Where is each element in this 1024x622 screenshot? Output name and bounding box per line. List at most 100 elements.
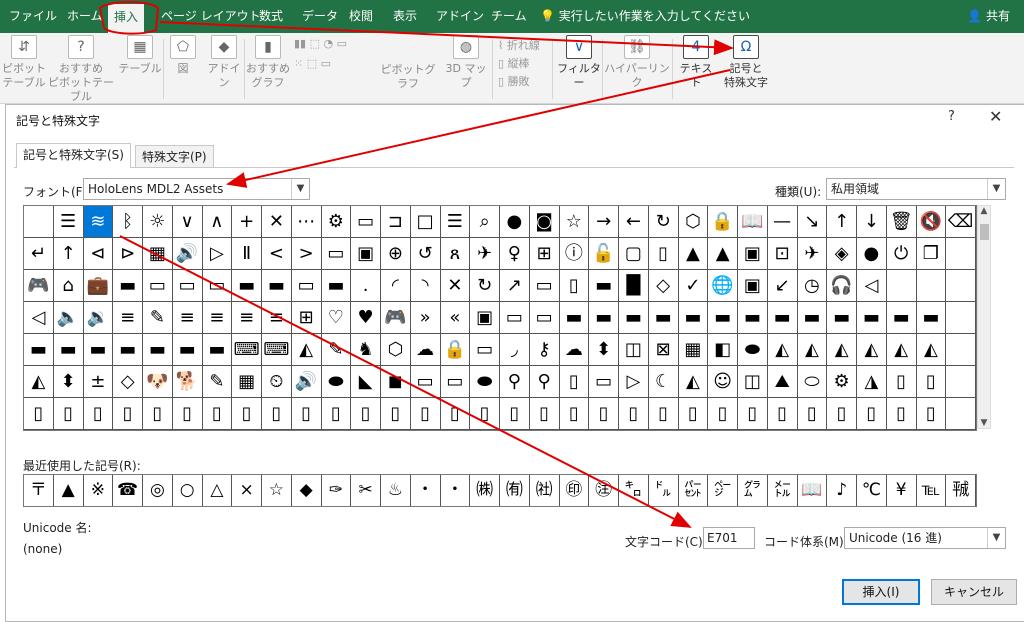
symbol-cell[interactable]: ◼	[381, 366, 411, 398]
tell-me-box[interactable]: 💡 実行したい作業を入力してください	[540, 0, 750, 33]
symbol-cell[interactable]: ⚙	[321, 206, 352, 238]
symbol-cell[interactable]: ♞	[351, 334, 381, 366]
symbol-cell[interactable]	[946, 334, 976, 366]
symbol-cell[interactable]: ◭	[916, 334, 947, 366]
recent-symbol-cell[interactable]: ㍻	[946, 475, 976, 506]
symbol-cell[interactable]: ▣	[738, 270, 768, 302]
symbol-cell[interactable]: ▬	[708, 302, 738, 334]
recommended-pivot-button[interactable]: ? おすすめ ピボットテーブル	[46, 35, 116, 103]
symbol-cell[interactable]: ⊠	[648, 334, 679, 366]
recent-symbol-cell[interactable]: ・	[411, 475, 441, 506]
symbol-cell[interactable]: ≡	[232, 302, 262, 334]
symbol-cell[interactable]: ↙	[767, 270, 798, 302]
symbol-cell[interactable]: ▭	[202, 270, 233, 302]
recent-symbol-cell[interactable]: ☎	[113, 475, 143, 506]
symbol-cell[interactable]: ▭	[351, 206, 381, 238]
symbol-cell[interactable]: ↑	[53, 238, 84, 270]
symbol-cell[interactable]: ⚷	[529, 334, 560, 366]
symbol-cell[interactable]: 🌐	[708, 270, 738, 302]
symbol-cell[interactable]: ▯	[410, 398, 441, 430]
symbol-cell[interactable]: ∨	[172, 206, 203, 238]
symbol-cell[interactable]: ▯	[529, 398, 560, 430]
symbol-cell[interactable]: ▯	[500, 398, 530, 430]
symbol-cell[interactable]: ↵	[24, 238, 54, 270]
symbol-cell[interactable]: 🔇	[916, 206, 947, 238]
symbol-cell[interactable]: +	[232, 206, 262, 238]
symbol-cell[interactable]: ✈	[470, 238, 500, 270]
symbol-cell[interactable]: ⚲	[529, 366, 560, 398]
symbol-cell[interactable]: ⋯	[291, 206, 322, 238]
cancel-button[interactable]: キャンセル	[931, 579, 1017, 605]
share-button[interactable]: 👤 共有	[967, 0, 1010, 33]
recent-symbol-cell[interactable]: ¥	[887, 475, 917, 506]
symbol-cell[interactable]: ▯	[53, 398, 84, 430]
recent-symbol-cell[interactable]: ㊞	[560, 475, 590, 506]
recent-symbol-cell[interactable]: ・	[441, 475, 471, 506]
symbol-cell[interactable]: ⬍	[53, 366, 84, 398]
symbol-cell[interactable]: ☁	[559, 334, 590, 366]
symbol-cell[interactable]: »	[410, 302, 441, 334]
symbol-cell[interactable]: ↓	[857, 206, 887, 238]
symbol-cell[interactable]: ⊡	[767, 238, 798, 270]
symbol-cell[interactable]: ⌕	[470, 206, 500, 238]
symbol-cell[interactable]: ▣	[351, 238, 381, 270]
symbol-cell[interactable]: ▯	[172, 398, 203, 430]
symbol-cell[interactable]: ▲	[708, 238, 738, 270]
symbol-cell[interactable]: 🔓	[589, 238, 619, 270]
symbol-cell[interactable]: ▯	[440, 398, 471, 430]
symbol-cell[interactable]: 🗑	[886, 206, 917, 238]
symbol-cell[interactable]: ▬	[797, 302, 828, 334]
recent-symbol-cell[interactable]: ※	[84, 475, 114, 506]
symbol-cell[interactable]: ▬	[827, 302, 857, 334]
symbol-cell[interactable]: ◇	[648, 270, 679, 302]
symbol-cell[interactable]: ✈	[797, 238, 828, 270]
symbol-cell[interactable]: ▭	[470, 334, 500, 366]
symbol-cell[interactable]: ▷	[619, 366, 649, 398]
recent-symbol-cell[interactable]: ㍍	[768, 475, 798, 506]
symbol-cell[interactable]: ☰	[53, 206, 84, 238]
symbol-cell[interactable]: ⚙	[827, 366, 857, 398]
symbol-cell[interactable]: ✎	[321, 334, 352, 366]
symbol-cell[interactable]: ☁	[410, 334, 441, 366]
tab-addins[interactable]: アドイン	[436, 0, 484, 33]
symbol-cell[interactable]: ▬	[559, 302, 590, 334]
symbol-cell[interactable]: ▬	[202, 334, 233, 366]
symbol-cell[interactable]: ▭	[410, 366, 441, 398]
symbol-cell[interactable]: ▯	[797, 398, 828, 430]
map-3d-button[interactable]: ◍ 3D マッ プ	[442, 35, 490, 90]
symbol-cell[interactable]: →	[589, 206, 619, 238]
symbol-cell[interactable]: ▯	[708, 398, 738, 430]
symbol-cell[interactable]: ▯	[857, 398, 887, 430]
symbol-cell[interactable]: □	[410, 206, 441, 238]
symbol-cell[interactable]: ⏲	[262, 366, 292, 398]
code-system-select[interactable]: Unicode (16 進) ▼	[844, 527, 1006, 549]
symbol-cell[interactable]: ↻	[470, 270, 500, 302]
symbol-cell-selected[interactable]: ≋	[83, 206, 114, 238]
symbol-cell[interactable]: ◭	[827, 334, 857, 366]
symbol-cell[interactable]: ▯	[767, 398, 798, 430]
symbol-cell[interactable]: ✓	[678, 270, 709, 302]
symbol-cell[interactable]: ▦	[678, 334, 709, 366]
symbol-cell[interactable]: ▯	[83, 398, 114, 430]
symbol-cell[interactable]: 🔈	[53, 302, 84, 334]
symbol-cell[interactable]: ⌫	[946, 206, 976, 238]
symbol-cell[interactable]: ▯	[678, 398, 709, 430]
tab-team[interactable]: チーム	[491, 0, 527, 33]
symbol-cell[interactable]: ↻	[648, 206, 679, 238]
symbol-cell[interactable]: ●	[500, 206, 530, 238]
symbol-cell[interactable]: 🔒	[708, 206, 738, 238]
symbol-cell[interactable]: ▬	[857, 302, 887, 334]
symbol-cell[interactable]: ✕	[262, 206, 292, 238]
symbol-cell[interactable]: ▯	[381, 398, 411, 430]
symbol-cell[interactable]: ◭	[767, 334, 798, 366]
symbol-cell[interactable]: ◭	[886, 334, 917, 366]
symbol-cell[interactable]: ▣	[470, 302, 500, 334]
symbol-cell[interactable]: ⊐	[381, 206, 411, 238]
symbol-cell[interactable]: ▣	[738, 238, 768, 270]
symbol-cell[interactable]: 🔒	[440, 334, 471, 366]
symbol-cell[interactable]: ▬	[83, 334, 114, 366]
scroll-down-icon[interactable]: ▼	[978, 418, 990, 428]
symbol-cell[interactable]: ▯	[321, 398, 352, 430]
symbol-cell[interactable]: ◭	[678, 366, 709, 398]
symbol-cell[interactable]	[916, 270, 947, 302]
